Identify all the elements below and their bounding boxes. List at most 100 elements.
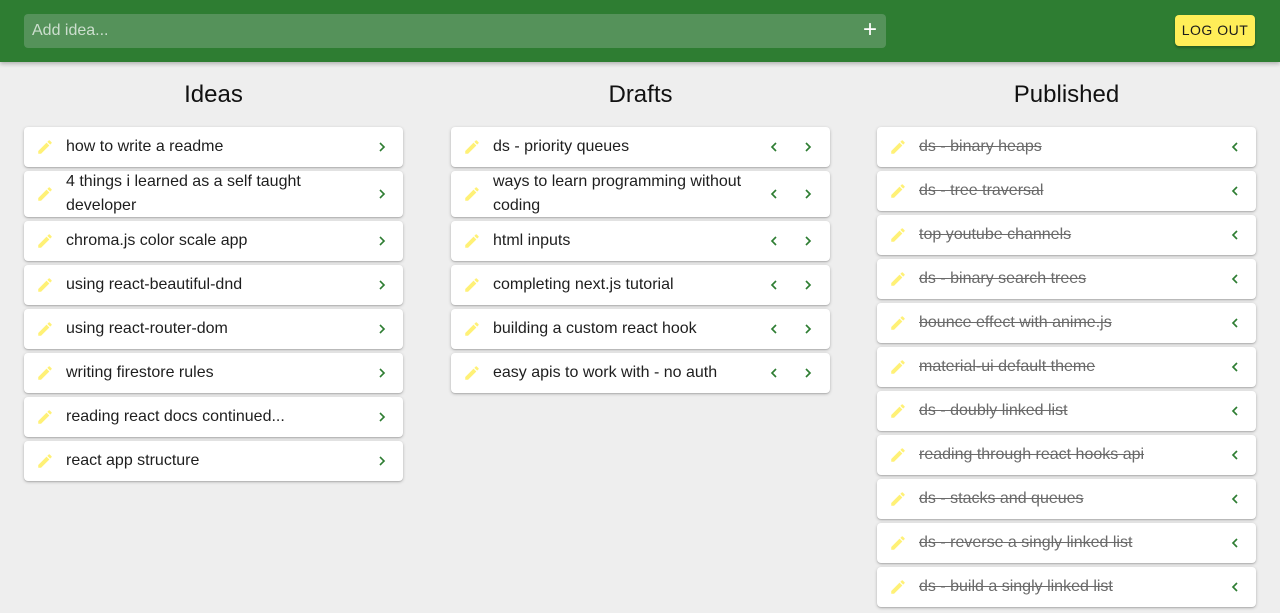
chevron-left-icon[interactable] <box>1227 359 1243 375</box>
chevron-right-icon[interactable] <box>374 321 390 337</box>
published-card: reading through react hooks api <box>877 435 1256 475</box>
chevron-left-icon[interactable] <box>766 233 782 249</box>
published-card: ds - binary search trees <box>877 259 1256 299</box>
pencil-icon[interactable] <box>463 276 481 294</box>
ideas-card-title: using react-beautiful-dnd <box>66 276 243 293</box>
logout-button[interactable]: LOG OUT <box>1175 15 1255 46</box>
chevron-left-icon[interactable] <box>1227 183 1243 199</box>
drafts-card: ways to learn programming without coding <box>451 171 830 217</box>
drafts-column: Drafts ds - priority queues ways to learn… <box>451 62 830 397</box>
drafts-card: html inputs <box>451 221 830 261</box>
published-card: ds - doubly linked list <box>877 391 1256 431</box>
pencil-icon[interactable] <box>36 408 54 426</box>
chevron-left-icon[interactable] <box>766 321 782 337</box>
drafts-card: easy apis to work with - no auth <box>451 353 830 393</box>
chevron-left-icon[interactable] <box>1227 535 1243 551</box>
published-card-title: top youtube channels <box>919 226 1072 243</box>
pencil-icon[interactable] <box>463 138 481 156</box>
chevron-left-icon[interactable] <box>1227 491 1243 507</box>
ideas-card-title: writing firestore rules <box>66 364 214 381</box>
published-card-title: ds - reverse a singly linked list <box>919 534 1133 551</box>
chevron-right-icon[interactable] <box>374 365 390 381</box>
pencil-icon[interactable] <box>889 314 907 332</box>
published-card-title: bounce effect with anime.js <box>919 314 1112 331</box>
chevron-right-icon[interactable] <box>800 321 816 337</box>
pencil-icon[interactable] <box>36 452 54 470</box>
pencil-icon[interactable] <box>889 446 907 464</box>
ideas-card-title: react app structure <box>66 452 200 469</box>
chevron-left-icon[interactable] <box>766 186 782 202</box>
plus-icon[interactable]: + <box>858 18 882 43</box>
chevron-left-icon[interactable] <box>766 139 782 155</box>
drafts-card: building a custom react hook <box>451 309 830 349</box>
chevron-left-icon[interactable] <box>1227 315 1243 331</box>
ideas-card: how to write a readme <box>24 127 403 167</box>
pencil-icon[interactable] <box>36 185 54 203</box>
drafts-card-title: building a custom react hook <box>493 320 697 337</box>
chevron-left-icon[interactable] <box>1227 227 1243 243</box>
ideas-card-title: reading react docs continued... <box>66 408 285 425</box>
published-card-title: ds - stacks and queues <box>919 490 1084 507</box>
drafts-card-title: ways to learn programming without coding <box>493 173 742 214</box>
chevron-right-icon[interactable] <box>374 277 390 293</box>
published-card-title: material-ui default theme <box>919 358 1096 375</box>
pencil-icon[interactable] <box>889 138 907 156</box>
pencil-icon[interactable] <box>889 402 907 420</box>
ideas-card: reading react docs continued... <box>24 397 403 437</box>
chevron-right-icon[interactable] <box>374 453 390 469</box>
chevron-right-icon[interactable] <box>800 186 816 202</box>
chevron-right-icon[interactable] <box>800 139 816 155</box>
pencil-icon[interactable] <box>36 364 54 382</box>
drafts-card-title: easy apis to work with - no auth <box>493 364 718 381</box>
chevron-right-icon[interactable] <box>374 186 390 202</box>
published-card-title: ds - binary search trees <box>919 270 1087 287</box>
ideas-card: using react-router-dom <box>24 309 403 349</box>
chevron-right-icon[interactable] <box>374 233 390 249</box>
chevron-left-icon[interactable] <box>1227 579 1243 595</box>
pencil-icon[interactable] <box>463 320 481 338</box>
pencil-icon[interactable] <box>889 226 907 244</box>
ideas-card-title: how to write a readme <box>66 138 224 155</box>
drafts-column-title: Drafts <box>608 81 673 108</box>
chevron-left-icon[interactable] <box>1227 403 1243 419</box>
chevron-right-icon[interactable] <box>374 139 390 155</box>
pencil-icon[interactable] <box>889 358 907 376</box>
ideas-card-title: chroma.js color scale app <box>66 232 248 249</box>
chevron-left-icon[interactable] <box>1227 139 1243 155</box>
pencil-icon[interactable] <box>463 232 481 250</box>
ideas-card-title: 4 things i learned as a self taught deve… <box>66 173 301 214</box>
drafts-card-title: completing next.js tutorial <box>493 276 674 293</box>
pencil-icon[interactable] <box>36 276 54 294</box>
ideas-card: using react-beautiful-dnd <box>24 265 403 305</box>
pencil-icon[interactable] <box>889 534 907 552</box>
chevron-right-icon[interactable] <box>800 365 816 381</box>
published-card-title: ds - binary heaps <box>919 138 1042 155</box>
chevron-left-icon[interactable] <box>1227 447 1243 463</box>
pencil-icon[interactable] <box>889 578 907 596</box>
published-card-title: ds - tree traversal <box>919 182 1044 199</box>
add-idea-input[interactable] <box>24 14 854 48</box>
chevron-right-icon[interactable] <box>374 409 390 425</box>
ideas-card: chroma.js color scale app <box>24 221 403 261</box>
chevron-left-icon[interactable] <box>1227 271 1243 287</box>
add-idea-bar: + <box>24 14 886 48</box>
ideas-card-title: using react-router-dom <box>66 320 228 337</box>
ideas-card: writing firestore rules <box>24 353 403 393</box>
chevron-left-icon[interactable] <box>766 277 782 293</box>
ideas-column-title: Ideas <box>184 81 243 108</box>
pencil-icon[interactable] <box>463 185 481 203</box>
pencil-icon[interactable] <box>36 232 54 250</box>
ideas-card: 4 things i learned as a self taught deve… <box>24 171 403 217</box>
chevron-right-icon[interactable] <box>800 233 816 249</box>
pencil-icon[interactable] <box>36 320 54 338</box>
chevron-right-icon[interactable] <box>800 277 816 293</box>
pencil-icon[interactable] <box>889 490 907 508</box>
drafts-card-title: ds - priority queues <box>493 138 630 155</box>
pencil-icon[interactable] <box>36 138 54 156</box>
pencil-icon[interactable] <box>889 270 907 288</box>
pencil-icon[interactable] <box>463 364 481 382</box>
chevron-left-icon[interactable] <box>766 365 782 381</box>
app-bar: + LOG OUT <box>0 0 1280 62</box>
pencil-icon[interactable] <box>889 182 907 200</box>
published-column: Published ds - binary heaps ds - tree tra… <box>877 62 1256 611</box>
